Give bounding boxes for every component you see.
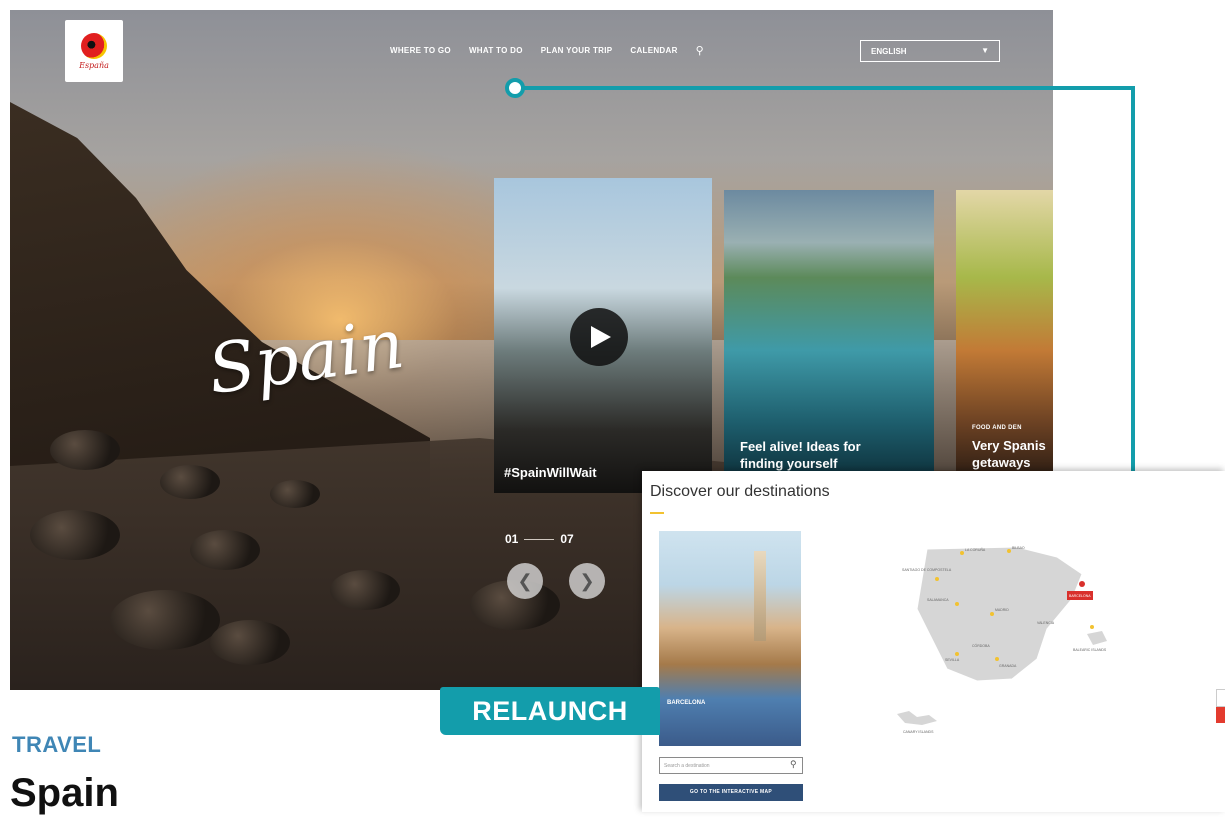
title-accent [650,512,664,514]
article-headline: Spain [10,771,119,815]
destinations-panel: Discover our destinations BARCELONA Sear… [642,471,1225,812]
side-widget-accent[interactable] [1216,707,1225,723]
city-card[interactable]: BARCELONA [659,531,801,746]
side-widget[interactable] [1216,689,1225,707]
map-marker [1079,581,1085,587]
map-marker [955,652,959,656]
map-marker [995,657,999,661]
connector-line [515,86,1135,475]
interactive-map-button[interactable]: GO TO THE INTERACTIVE MAP [659,784,803,801]
map-label: CÓRDOBA [972,643,990,648]
tower-image [754,551,766,641]
map-label: BALEARIC ISLANDS [1073,648,1107,652]
connector-dot [505,78,525,98]
map-label: SANTIAGO DE COMPOSTELA [902,568,952,572]
map-label: SALAMANCA [927,598,949,602]
canary-shape [897,711,937,725]
search-icon[interactable]: ⚲ [790,759,797,770]
destination-search-input[interactable]: Search a destination [659,757,803,774]
map-marker [1090,625,1094,629]
map-label: SEVILLA [945,658,960,662]
map-label: VALENCIA [1037,621,1055,625]
map-label: LA CORUÑA [965,547,986,552]
map-label: GRANADA [999,664,1017,668]
map-marker [990,612,994,616]
map-label: BILBAO [1012,546,1025,550]
city-name: BARCELONA [667,700,706,706]
map-marker [1007,549,1011,553]
balearic-shape [1087,631,1107,645]
article-category: TRAVEL [12,732,102,757]
spain-map[interactable]: LA CORUÑA BILBAO SANTIAGO DE COMPOSTELA … [897,539,1127,739]
map-marker [935,577,939,581]
map-marker [955,602,959,606]
destinations-title: Discover our destinations [650,483,830,500]
map-label: MADRID [995,608,1009,612]
relaunch-badge: RELAUNCH [440,687,660,735]
map-marker [960,551,964,555]
map-label: CANARY ISLANDS [903,730,934,734]
map-label: BARCELONA [1069,594,1091,598]
